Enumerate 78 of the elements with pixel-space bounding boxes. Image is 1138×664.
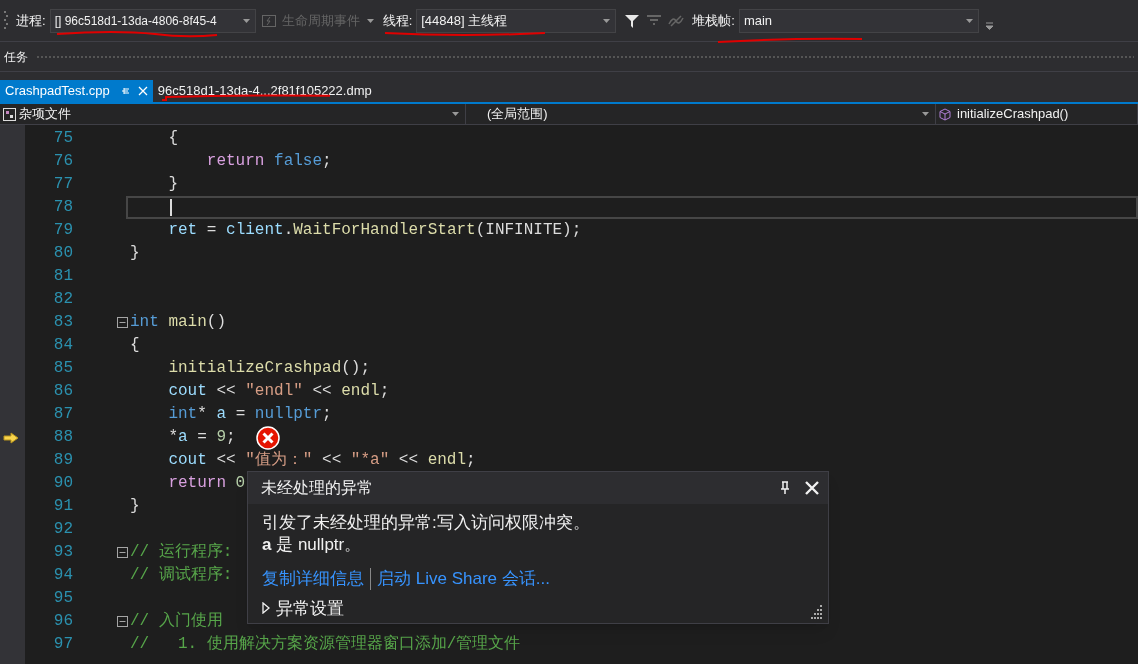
code-line: cout << "endl" << endl; bbox=[167, 381, 390, 402]
exception-settings-toggle[interactable]: 异常设置 bbox=[262, 595, 344, 621]
line-number: 75 bbox=[53, 128, 73, 149]
popup-link[interactable]: 复制详细信息 bbox=[262, 566, 364, 592]
code-line: return false; bbox=[205, 151, 332, 172]
text-cursor bbox=[170, 199, 172, 216]
process-dropdown[interactable]: [] 96c518d1-13da-4806-8f45-4 bbox=[49, 8, 256, 33]
line-number: 77 bbox=[53, 174, 73, 195]
caret-icon bbox=[964, 17, 974, 24]
line-number: 90 bbox=[53, 473, 73, 494]
thread-label: 线程: bbox=[382, 11, 413, 30]
code-line: int main() bbox=[130, 312, 227, 333]
code-line: { bbox=[167, 128, 178, 149]
line-number: 78 bbox=[53, 197, 73, 218]
line-number: 96 bbox=[53, 611, 73, 632]
caret-icon bbox=[241, 17, 251, 24]
line-number: 93 bbox=[53, 542, 73, 563]
process-label: 进程: bbox=[16, 11, 46, 30]
line-number: 83 bbox=[53, 312, 73, 333]
overflow-icon[interactable] bbox=[984, 21, 994, 30]
editor-tab[interactable]: 96c518d1-13da-4...2f81f105222.dmp bbox=[152, 80, 377, 102]
filter-icon[interactable] bbox=[624, 12, 641, 29]
line-number: 92 bbox=[53, 519, 73, 540]
error-icon[interactable] bbox=[255, 425, 280, 450]
caret-icon bbox=[365, 17, 375, 24]
lightning-icon bbox=[261, 14, 276, 27]
project-icon bbox=[3, 107, 16, 121]
caret-icon bbox=[921, 111, 930, 117]
code-line: } bbox=[130, 496, 140, 517]
line-number: 87 bbox=[53, 404, 73, 425]
line-number: 88 bbox=[53, 427, 73, 448]
exception-message: 引发了未经处理的异常:写入访问权限冲突。 bbox=[262, 512, 591, 534]
code-line: return 0 bbox=[167, 473, 246, 494]
toolbar-grip[interactable] bbox=[4, 9, 8, 32]
line-number: 85 bbox=[53, 358, 73, 379]
code-line: } bbox=[167, 174, 178, 195]
thread-dropdown[interactable]: [44848] 主线程 bbox=[416, 8, 617, 33]
code-line: } bbox=[130, 243, 140, 264]
close-icon[interactable] bbox=[804, 480, 820, 496]
collapse-icon[interactable] bbox=[117, 317, 128, 328]
line-number: 95 bbox=[53, 588, 73, 609]
line-number: 84 bbox=[53, 335, 73, 356]
flag-filter-icon[interactable] bbox=[646, 13, 663, 28]
popup-title: 未经处理的异常 bbox=[261, 478, 374, 498]
code-line: *a = 9; bbox=[167, 427, 236, 448]
collapse-icon[interactable] bbox=[117, 616, 128, 627]
popup-link[interactable]: 启动 Live Share 会话... bbox=[377, 566, 550, 592]
code-line: // 调试程序: bbox=[130, 564, 233, 586]
code-line: initializeCrashpad(); bbox=[167, 358, 371, 379]
line-number: 89 bbox=[53, 450, 73, 471]
tasks-title: 任务 bbox=[4, 48, 28, 66]
code-line: ret = client.WaitForHandlerStart(INFINITE); bbox=[167, 220, 582, 241]
code-line: // 运行程序: bbox=[130, 541, 233, 563]
cube-icon bbox=[939, 107, 951, 121]
resize-grip-icon[interactable] bbox=[808, 605, 822, 619]
line-number: 76 bbox=[53, 151, 73, 172]
code-line: cout << "值为：" << "*a" << endl; bbox=[167, 450, 476, 471]
code-line: { bbox=[130, 335, 140, 356]
line-number: 86 bbox=[53, 381, 73, 402]
caret-icon bbox=[602, 17, 612, 24]
code-line: // 入门使用 bbox=[130, 610, 223, 632]
stack-frame-dropdown[interactable]: main bbox=[738, 8, 979, 33]
line-number: 81 bbox=[53, 266, 73, 287]
project-dropdown[interactable]: 杂项文件 bbox=[0, 104, 466, 124]
member-dropdown[interactable]: initializeCrashpad() bbox=[936, 104, 1138, 124]
caret-icon bbox=[451, 111, 460, 117]
code-line: int* a = nullptr; bbox=[167, 404, 332, 425]
line-number: 79 bbox=[53, 220, 73, 241]
line-number: 80 bbox=[53, 243, 73, 264]
exception-detail: a 是 nullptr。 bbox=[262, 534, 363, 556]
line-number: 94 bbox=[53, 565, 73, 586]
code-line: // 1. 使用解决方案资源管理器窗口添加/管理文件 bbox=[130, 633, 521, 655]
stack-frame-label: 堆栈帧: bbox=[692, 11, 735, 30]
collapse-icon[interactable] bbox=[117, 547, 128, 558]
scope-dropdown[interactable]: (全局范围) bbox=[466, 104, 936, 124]
line-number: 82 bbox=[53, 289, 73, 310]
line-number: 97 bbox=[53, 634, 73, 655]
line-number: 91 bbox=[53, 496, 73, 517]
